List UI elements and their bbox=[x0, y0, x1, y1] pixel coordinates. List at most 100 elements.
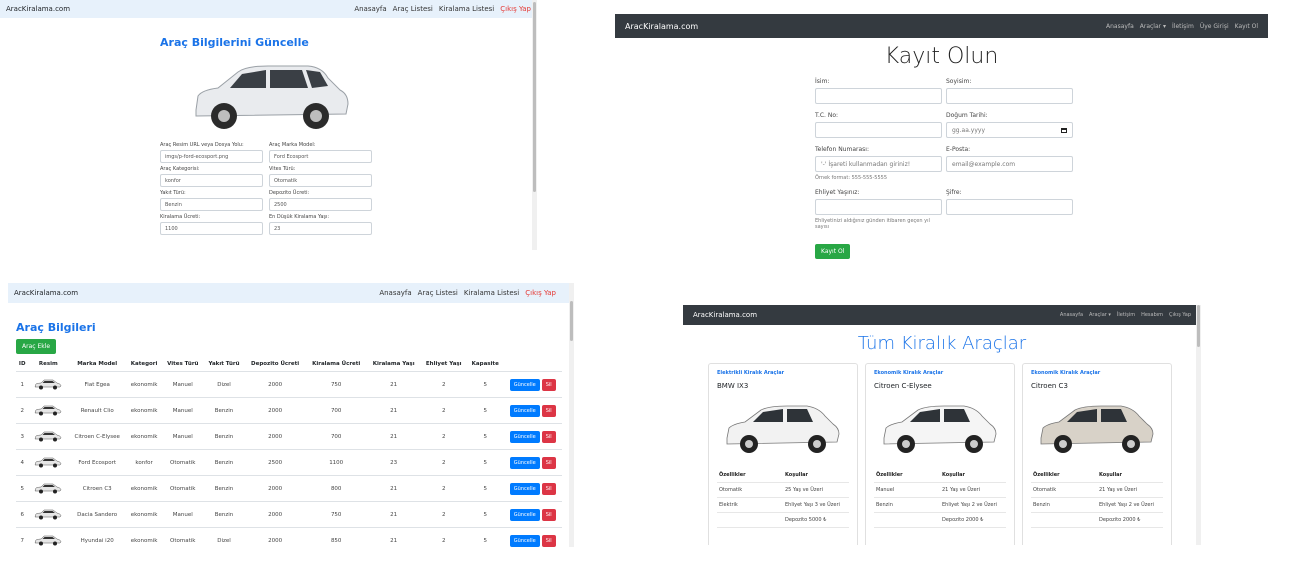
nav-home[interactable]: Anasayfa bbox=[354, 5, 386, 13]
cell-capacity: 5 bbox=[466, 475, 504, 502]
phone-input[interactable]: '-' İşareti kullanmadan giriniz! bbox=[815, 156, 942, 172]
scrollbar[interactable] bbox=[1196, 305, 1201, 545]
delete-button[interactable]: Sil bbox=[541, 482, 556, 495]
table-row: 7 Hyundai i20 ekonomik Otomatik Dizel 2000 850… bbox=[16, 527, 562, 547]
password-input[interactable] bbox=[946, 199, 1073, 215]
nav-logout[interactable]: Çıkış Yap bbox=[525, 289, 556, 297]
scrollbar[interactable] bbox=[569, 283, 574, 547]
register-submit-button[interactable]: Kayıt Ol bbox=[815, 244, 851, 259]
field-label: Şifre: bbox=[946, 189, 962, 196]
last-name-input[interactable] bbox=[946, 88, 1073, 104]
update-button[interactable]: Güncelle bbox=[509, 534, 540, 547]
rental-fee-input[interactable]: 1100 bbox=[160, 222, 263, 235]
page-title: Kayıt Olun bbox=[884, 44, 999, 69]
update-button[interactable]: Güncelle bbox=[509, 508, 540, 521]
cell-license-age: 2 bbox=[420, 397, 467, 424]
brand-link[interactable]: AracKiralama.com bbox=[693, 311, 757, 319]
nav-account[interactable]: Hesabım bbox=[1141, 312, 1163, 318]
car-card[interactable]: Ekonomik Kiralık Araçlar Citroen C-Elysee… bbox=[865, 363, 1015, 545]
car-card[interactable]: Ekonomik Kiralık Araçlar Citroen C3 Özelli… bbox=[1022, 363, 1172, 545]
delete-button[interactable]: Sil bbox=[541, 534, 556, 547]
vehicle-table: ID Resim Marka Model Kategori Vites Türü… bbox=[16, 357, 562, 547]
delete-button[interactable]: Sil bbox=[541, 378, 556, 391]
cell-id: 7 bbox=[16, 527, 29, 547]
feature-cell: Benzin bbox=[876, 502, 893, 508]
card-category: Elektrikli Kiralık Araçlar bbox=[717, 370, 785, 376]
brand-model-input[interactable]: Ford Ecosport bbox=[269, 150, 372, 163]
min-age-input[interactable]: 23 bbox=[269, 222, 372, 235]
nav-home[interactable]: Anasayfa bbox=[379, 289, 411, 297]
nav-contact[interactable]: İletişim bbox=[1117, 312, 1135, 318]
first-name-input[interactable] bbox=[815, 88, 942, 104]
tc-number-input[interactable] bbox=[815, 122, 942, 138]
table-row: 5 Citroen C3 ekonomik Otomatik Benzin 2000 800… bbox=[16, 475, 562, 502]
image-path-input[interactable]: imgs/p-ford-ecosport.png bbox=[160, 150, 263, 163]
nav-vehicle-list[interactable]: Araç Listesi bbox=[418, 289, 458, 297]
col-deposit: Depozito Ücreti bbox=[244, 357, 306, 372]
brand-link[interactable]: AracKiralama.com bbox=[625, 22, 698, 31]
update-button[interactable]: Güncelle bbox=[509, 378, 540, 391]
update-form: Araç Resim URL veya Dosya Yolu: imgs/p-fo… bbox=[160, 142, 372, 235]
update-button[interactable]: Güncelle bbox=[509, 430, 540, 443]
field-label: Soyisim: bbox=[946, 78, 972, 85]
delete-button[interactable]: Sil bbox=[541, 508, 556, 521]
date-placeholder: gg.aa.yyyy bbox=[952, 126, 985, 134]
brand-link[interactable]: AracKiralama.com bbox=[6, 5, 70, 13]
navbar: AracKiralama.com Anasayfa Araçlar ▾ İlet… bbox=[683, 305, 1201, 325]
nav-logout[interactable]: Çıkış Yap bbox=[500, 5, 531, 13]
delete-button[interactable]: Sil bbox=[541, 456, 556, 469]
cell-brand-model: Citroen C3 bbox=[68, 475, 127, 502]
spec-header: Özellikler Koşullar bbox=[717, 468, 849, 483]
update-button[interactable]: Güncelle bbox=[509, 482, 540, 495]
nav-vehicle-list[interactable]: Araç Listesi bbox=[393, 5, 433, 13]
add-vehicle-button[interactable]: Araç Ekle bbox=[16, 339, 57, 354]
brand-link[interactable]: AracKiralama.com bbox=[14, 289, 78, 297]
cell-license-age: 2 bbox=[420, 501, 467, 528]
category-input[interactable]: konfor bbox=[160, 174, 263, 187]
nav-vehicles-dropdown[interactable]: Araçlar ▾ bbox=[1089, 312, 1111, 318]
feature-cell bbox=[717, 513, 783, 527]
nav-contact[interactable]: İletişim bbox=[1172, 23, 1194, 30]
nav-home[interactable]: Anasayfa bbox=[1106, 23, 1134, 30]
page-title: Araç Bilgileri bbox=[16, 321, 96, 334]
nav-register[interactable]: Kayıt Ol bbox=[1235, 23, 1258, 30]
field-label: Depozito Ücreti: bbox=[269, 190, 310, 196]
nav-rental-list[interactable]: Kiralama Listesi bbox=[464, 289, 519, 297]
nav-vehicles-dropdown[interactable]: Araçlar ▾ bbox=[1140, 23, 1166, 30]
navbar: AracKiralama.com Anasayfa Araçlar ▾ İlet… bbox=[615, 14, 1268, 38]
deposit-input[interactable]: 2500 bbox=[269, 198, 372, 211]
scrollbar-thumb[interactable] bbox=[1197, 305, 1200, 347]
nav-logout[interactable]: Çıkış Yap bbox=[1169, 312, 1191, 318]
scrollbar-thumb[interactable] bbox=[570, 301, 573, 341]
update-button[interactable]: Güncelle bbox=[509, 456, 540, 469]
gear-type-input[interactable]: Otomatik bbox=[269, 174, 372, 187]
cell-category: ekonomik bbox=[126, 397, 163, 424]
car-thumbnail bbox=[34, 405, 62, 415]
cell-rental-fee: 750 bbox=[305, 501, 367, 528]
cell-brand-model: Hyundai i20 bbox=[68, 527, 127, 547]
phone-help: Örnek format: 555-555-5555 bbox=[815, 175, 888, 181]
email-input[interactable]: email@example.com bbox=[946, 156, 1073, 172]
cell-rental-age: 23 bbox=[366, 449, 421, 476]
license-years-input[interactable] bbox=[815, 199, 942, 215]
calendar-icon[interactable] bbox=[1061, 127, 1067, 133]
nav-home[interactable]: Anasayfa bbox=[1060, 312, 1083, 318]
scrollbar-thumb[interactable] bbox=[533, 2, 536, 192]
cell-rental-age: 21 bbox=[366, 397, 421, 424]
nav-login[interactable]: Üye Girişi bbox=[1200, 23, 1229, 30]
col-rental-age: Kiralama Yaşı bbox=[366, 357, 421, 372]
update-button[interactable]: Güncelle bbox=[509, 404, 540, 417]
nav-rental-list[interactable]: Kiralama Listesi bbox=[439, 5, 494, 13]
spec-table: Özellikler Koşullar Otomatik 21 Yaş ve Üzer… bbox=[1031, 468, 1163, 528]
fuel-type-input[interactable]: Benzin bbox=[160, 198, 263, 211]
car-thumbnail bbox=[34, 509, 62, 519]
field-label: Telefon Numarası: bbox=[815, 146, 869, 153]
cell-category: konfor bbox=[126, 449, 163, 476]
delete-button[interactable]: Sil bbox=[541, 404, 556, 417]
col-image: Resim bbox=[28, 357, 69, 372]
delete-button[interactable]: Sil bbox=[541, 430, 556, 443]
suv-image bbox=[195, 65, 349, 129]
car-card[interactable]: Elektrikli Kiralık Araçlar BMW IX3 Özellik… bbox=[708, 363, 858, 545]
birth-date-input[interactable]: gg.aa.yyyy bbox=[946, 122, 1073, 138]
scrollbar[interactable] bbox=[532, 0, 537, 250]
